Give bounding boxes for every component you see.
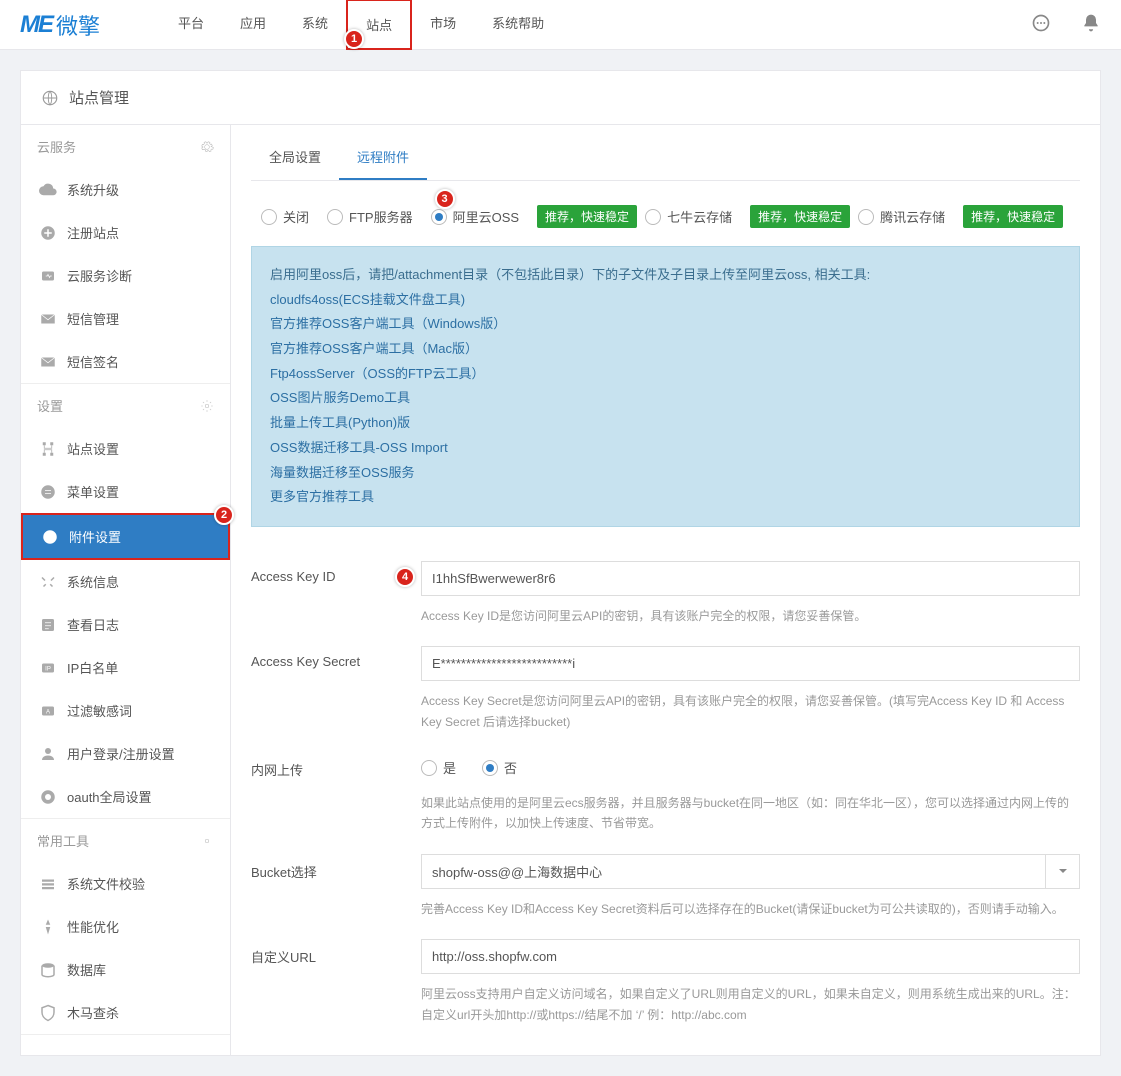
label-access-key-secret: Access Key Secret	[251, 646, 421, 732]
help-access-key-id: Access Key ID是您访问阿里云API的密钥，具有该账户完全的权限，请您…	[421, 606, 1080, 626]
sidebar-item-file-check[interactable]: 系统文件校验	[21, 862, 230, 905]
remote-type-radios: 关闭 FTP服务器 阿里云OSS 3 推荐，快速稳定 七牛云存储 推荐，快速稳定…	[251, 181, 1080, 246]
topnav-site-label: 站点	[366, 18, 392, 33]
input-bucket[interactable]	[421, 854, 1046, 889]
svg-text:A: A	[46, 709, 50, 715]
bucket-dropdown-button[interactable]	[1046, 854, 1080, 889]
gear-icon[interactable]	[200, 834, 214, 848]
info-link[interactable]: Ftp4ossServer（OSS的FTP云工具）	[270, 362, 1061, 387]
help-bucket: 完善Access Key ID和Access Key Secret资料后可以选择…	[421, 899, 1080, 919]
label-internal: 内网上传	[251, 752, 421, 834]
sidebar-item-menu-settings[interactable]: 菜单设置	[21, 470, 230, 513]
sidebar: 云服务 系统升级 注册站点 云服务诊断 短信管理 短信签名 设置 站点设置 菜单	[21, 125, 231, 1055]
topnav-market[interactable]: 市场	[412, 0, 474, 50]
callout-4: 4	[395, 567, 415, 587]
radio-aliyun-oss[interactable]: 阿里云OSS 3	[431, 207, 519, 226]
sidebar-item-attachment-settings[interactable]: 附件设置 2	[21, 513, 230, 560]
topnav-site[interactable]: 站点 1	[346, 0, 412, 50]
label-custom-url: 自定义URL	[251, 939, 421, 1025]
page-title: 站点管理	[69, 87, 129, 108]
label-access-key-id: Access Key ID	[251, 561, 421, 626]
sidebar-item-user-login[interactable]: 用户登录/注册设置	[21, 732, 230, 775]
topnav-help[interactable]: 系统帮助	[474, 0, 562, 50]
sidebar-item-diagnose[interactable]: 云服务诊断	[21, 254, 230, 297]
sidebar-item-perf[interactable]: 性能优化	[21, 905, 230, 948]
sidebar-item-site-settings[interactable]: 站点设置	[21, 427, 230, 470]
sidebar-item-logs[interactable]: 查看日志	[21, 603, 230, 646]
info-link[interactable]: 官方推荐OSS客户端工具（Mac版）	[270, 337, 1061, 362]
callout-3: 3	[435, 189, 455, 209]
sidebar-group-settings: 设置	[21, 384, 230, 427]
sidebar-item-oauth[interactable]: oauth全局设置	[21, 775, 230, 818]
radio-internal-no[interactable]: 否	[482, 758, 517, 777]
info-link[interactable]: 批量上传工具(Python)版	[270, 411, 1061, 436]
sidebar-item-ip-whitelist[interactable]: IPIP白名单	[21, 646, 230, 689]
info-link[interactable]: cloudfs4oss(ECS挂载文件盘工具)	[270, 288, 1061, 313]
top-nav: 平台 应用 系统 站点 1 市场 系统帮助	[160, 0, 562, 50]
help-access-key-secret: Access Key Secret是您访问阿里云API的密钥，具有该账户完全的权…	[421, 691, 1080, 732]
callout-1: 1	[344, 29, 364, 49]
page-title-bar: 站点管理	[21, 71, 1100, 125]
info-link[interactable]: OSS数据迁移工具-OSS Import	[270, 436, 1061, 461]
badge-recommended: 推荐，快速稳定	[963, 205, 1063, 228]
sidebar-item-sensitive[interactable]: A过滤敏感词	[21, 689, 230, 732]
radio-tencent[interactable]: 腾讯云存储	[858, 207, 945, 226]
logo-mark: ME	[20, 11, 52, 39]
info-link[interactable]: 官方推荐OSS客户端工具（Windows版）	[270, 312, 1061, 337]
info-link[interactable]: OSS图片服务Demo工具	[270, 386, 1061, 411]
radio-ftp[interactable]: FTP服务器	[327, 207, 413, 226]
logo: ME 微擎	[20, 9, 100, 41]
callout-2: 2	[214, 505, 234, 525]
tab-remote[interactable]: 远程附件	[339, 135, 427, 180]
topnav-platform[interactable]: 平台	[160, 0, 222, 50]
gear-icon[interactable]	[200, 399, 214, 413]
globe-icon	[41, 89, 59, 107]
sidebar-group-cloud: 云服务	[21, 125, 230, 168]
chevron-down-icon	[1058, 866, 1068, 876]
bell-icon[interactable]	[1081, 13, 1101, 36]
radio-off[interactable]: 关闭	[261, 207, 309, 226]
badge-recommended: 推荐，快速稳定	[537, 205, 637, 228]
input-custom-url[interactable]	[421, 939, 1080, 974]
gear-icon[interactable]	[200, 140, 214, 154]
tab-global[interactable]: 全局设置	[251, 135, 339, 180]
input-access-key-secret[interactable]	[421, 646, 1080, 681]
sidebar-item-trojan[interactable]: 木马查杀	[21, 991, 230, 1034]
logo-text: 微擎	[56, 9, 100, 41]
sidebar-item-sms[interactable]: 短信管理	[21, 297, 230, 340]
badge-recommended: 推荐，快速稳定	[750, 205, 850, 228]
topnav-app[interactable]: 应用	[222, 0, 284, 50]
info-box: 启用阿里oss后，请把/attachment目录（不包括此目录）下的子文件及子目…	[251, 246, 1080, 527]
topnav-system[interactable]: 系统	[284, 0, 346, 50]
sidebar-group-tools: 常用工具	[21, 819, 230, 862]
help-internal: 如果此站点使用的是阿里云ecs服务器，并且服务器与bucket在同一地区（如：同…	[421, 793, 1080, 834]
svg-text:IP: IP	[45, 666, 51, 672]
message-icon[interactable]	[1031, 13, 1051, 36]
tabs: 全局设置 远程附件	[251, 125, 1080, 181]
radio-internal-yes[interactable]: 是	[421, 758, 456, 777]
sidebar-item-db[interactable]: 数据库	[21, 948, 230, 991]
sidebar-item-upgrade[interactable]: 系统升级	[21, 168, 230, 211]
help-custom-url: 阿里云oss支持用户自定义访问域名，如果自定义了URL则用自定义的URL，如果未…	[421, 984, 1080, 1025]
sidebar-item-sysinfo[interactable]: 系统信息	[21, 560, 230, 603]
sidebar-item-sms-sign[interactable]: 短信签名	[21, 340, 230, 383]
label-bucket: Bucket选择	[251, 854, 421, 919]
info-link[interactable]: 海量数据迁移至OSS服务	[270, 461, 1061, 486]
radio-qiniu[interactable]: 七牛云存储	[645, 207, 732, 226]
info-link[interactable]: 更多官方推荐工具	[270, 485, 1061, 510]
sidebar-item-register[interactable]: 注册站点	[21, 211, 230, 254]
input-access-key-id[interactable]	[421, 561, 1080, 596]
